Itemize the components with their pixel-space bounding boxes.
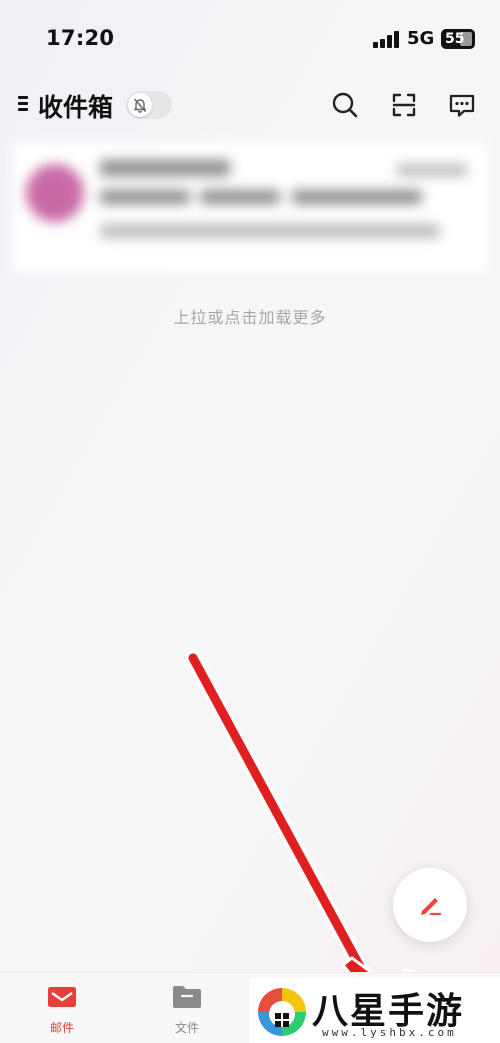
tab-mail[interactable]: 邮件: [22, 973, 102, 1043]
folder-icon: [173, 986, 201, 1008]
battery-icon: 55: [441, 29, 475, 49]
avatar: [26, 164, 84, 222]
watermark: 八星手游网 www.lyshbx.com: [250, 978, 500, 1043]
mail-list-item[interactable]: [12, 142, 488, 272]
battery-level: 55: [445, 31, 465, 47]
notification-toggle[interactable]: [126, 91, 172, 119]
mute-bell-icon: [128, 93, 152, 117]
tab-label: 文件: [174, 1021, 199, 1035]
search-icon[interactable]: [330, 90, 360, 120]
watermark-url: www.lyshbx.com: [322, 1026, 457, 1039]
pencil-icon: [421, 898, 442, 916]
chat-icon[interactable]: [447, 90, 477, 120]
tab-files[interactable]: 文件: [147, 973, 227, 1043]
signal-icon: [373, 31, 401, 48]
page-title[interactable]: 收件箱: [38, 88, 113, 124]
compose-button[interactable]: [393, 868, 467, 942]
status-bar: 17:20 5G 55: [0, 0, 500, 80]
mail-icon: [48, 987, 76, 1007]
scan-icon[interactable]: [389, 90, 419, 120]
tab-label: 邮件: [49, 1021, 74, 1035]
load-more-text[interactable]: 上拉或点击加载更多: [0, 304, 500, 328]
watermark-logo-icon: [258, 988, 306, 1036]
menu-icon[interactable]: [18, 96, 30, 112]
status-time: 17:20: [46, 26, 115, 50]
network-type: 5G: [407, 28, 435, 49]
